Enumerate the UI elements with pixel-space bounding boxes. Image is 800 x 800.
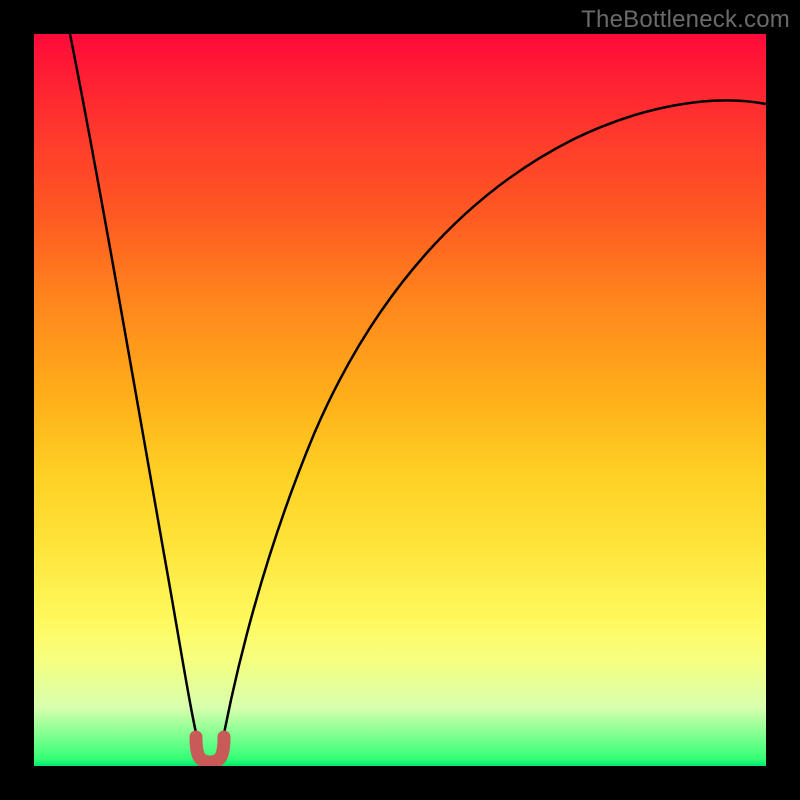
chart-frame: TheBottleneck.com bbox=[0, 0, 800, 800]
curve-left bbox=[70, 34, 204, 766]
chart-svg bbox=[34, 34, 766, 766]
curve-right bbox=[218, 100, 766, 766]
watermark-text: TheBottleneck.com bbox=[581, 6, 790, 34]
trough-marker bbox=[196, 737, 224, 762]
plot-area bbox=[34, 34, 766, 766]
